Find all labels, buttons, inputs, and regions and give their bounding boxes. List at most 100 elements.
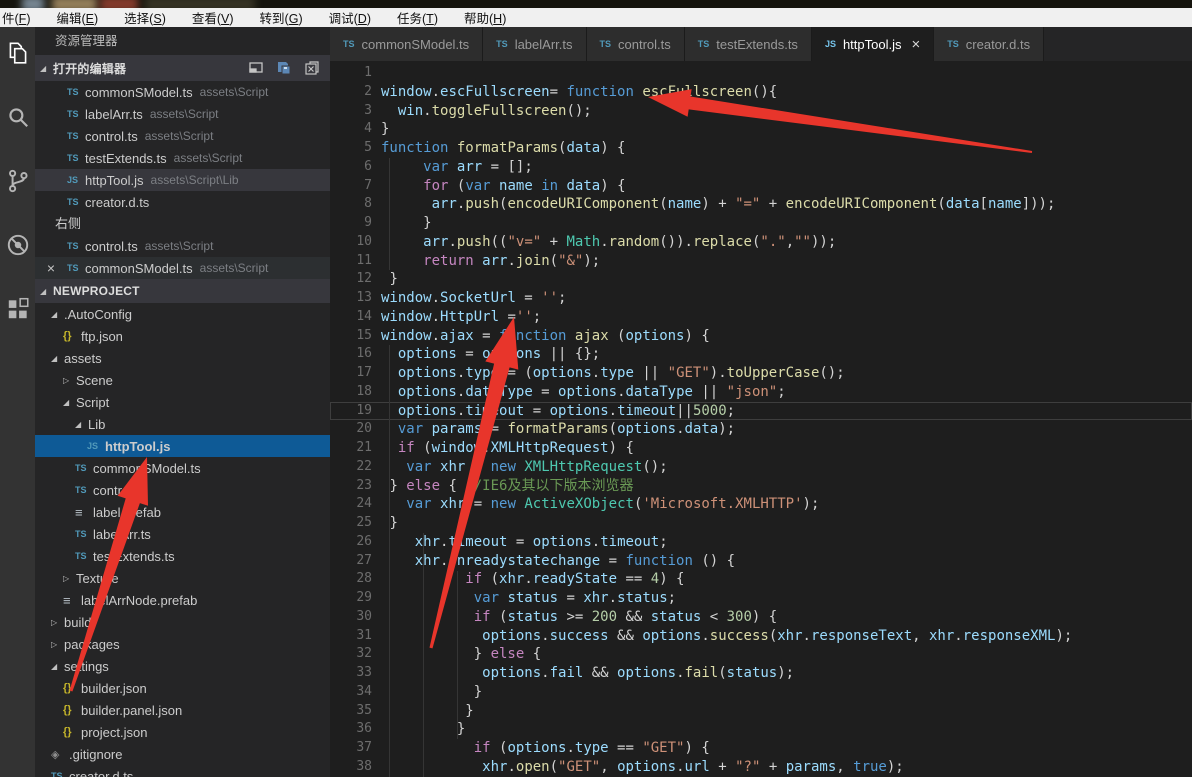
open-editor-control.ts[interactable]: ×TScontrol.tsassets\Script: [35, 235, 330, 257]
source-control-icon[interactable]: [4, 167, 32, 195]
open-editor-creator.d.ts[interactable]: ×TScreator.d.ts: [35, 191, 330, 213]
line-number[interactable]: 16: [330, 345, 372, 364]
line-number[interactable]: 38: [330, 758, 372, 777]
explorer-icon[interactable]: [4, 39, 32, 67]
tree-item-build[interactable]: ▷ build: [35, 611, 330, 633]
code-line[interactable]: 24 var xhr = new ActiveXObject('Microsof…: [330, 495, 1192, 514]
line-number[interactable]: 5: [330, 139, 372, 158]
line-number[interactable]: 36: [330, 720, 372, 739]
search-icon[interactable]: [4, 103, 32, 131]
tree-item-Lib[interactable]: ◢ Lib: [35, 413, 330, 435]
line-number[interactable]: 14: [330, 308, 372, 327]
code-line[interactable]: 3 win.toggleFullscreen();: [330, 102, 1192, 121]
menu-item-g[interactable]: 转到(G): [247, 8, 316, 27]
tree-item-Scene[interactable]: ▷ Scene: [35, 369, 330, 391]
open-editor-commonSModel.ts[interactable]: ×TScommonSModel.tsassets\Script: [35, 81, 330, 103]
code-line[interactable]: 26 xhr.timeout = options.timeout;: [330, 533, 1192, 552]
code-line[interactable]: 33 options.fail && options.fail(status);: [330, 664, 1192, 683]
code-line[interactable]: 10 arr.push(("v=" + Math.random()).repla…: [330, 233, 1192, 252]
menu-item-f[interactable]: 件(F): [0, 8, 43, 27]
line-number[interactable]: 7: [330, 177, 372, 196]
menu-item-v[interactable]: 查看(V): [179, 8, 247, 27]
code-line[interactable]: 30 if (status >= 200 && status < 300) {: [330, 608, 1192, 627]
menu-item-e[interactable]: 编辑(E): [43, 8, 111, 27]
code-line[interactable]: 31 options.success && options.success(xh…: [330, 627, 1192, 646]
open-editor-commonSModel.ts[interactable]: ×TScommonSModel.tsassets\Script: [35, 257, 330, 279]
line-number[interactable]: 3: [330, 102, 372, 121]
code-line[interactable]: 20 var params = formatParams(options.dat…: [330, 420, 1192, 439]
code-line[interactable]: 17 options.type = (options.type || "GET"…: [330, 364, 1192, 383]
tree-item-.gitignore[interactable]: ◈ .gitignore: [35, 743, 330, 765]
line-number[interactable]: 32: [330, 645, 372, 664]
open-editor-labelArr.ts[interactable]: ×TSlabelArr.tsassets\Script: [35, 103, 330, 125]
code-line[interactable]: 8 arr.push(encodeURIComponent(name) + "=…: [330, 195, 1192, 214]
tab-commonSModel.ts[interactable]: TS commonSModel.ts: [330, 27, 484, 61]
tree-item-label.prefab[interactable]: ≡ label.prefab: [35, 501, 330, 523]
open-editors-header[interactable]: ◢ 打开的编辑器: [35, 55, 330, 81]
tree-item-Script[interactable]: ◢ Script: [35, 391, 330, 413]
open-editor-control.ts[interactable]: ×TScontrol.tsassets\Script: [35, 125, 330, 147]
line-number[interactable]: 9: [330, 214, 372, 233]
line-number[interactable]: 4: [330, 120, 372, 139]
open-editor-testExtends.ts[interactable]: ×TStestExtends.tsassets\Script: [35, 147, 330, 169]
new-file-icon[interactable]: [248, 60, 264, 76]
code-line[interactable]: 25 }: [330, 514, 1192, 533]
line-number[interactable]: 28: [330, 570, 372, 589]
tree-item-.AutoConfig[interactable]: ◢ .AutoConfig: [35, 303, 330, 325]
tab-labelArr.ts[interactable]: TS labelArr.ts: [483, 27, 587, 61]
debug-icon[interactable]: [4, 231, 32, 259]
line-number[interactable]: 27: [330, 552, 372, 571]
code-line[interactable]: 22 var xhr = new XMLHttpRequest();: [330, 458, 1192, 477]
line-number[interactable]: 35: [330, 702, 372, 721]
save-all-icon[interactable]: [276, 60, 292, 76]
line-number[interactable]: 1: [330, 64, 372, 83]
line-number[interactable]: 21: [330, 439, 372, 458]
code-line[interactable]: 5 function formatParams(data) {: [330, 139, 1192, 158]
tree-item-builder.json[interactable]: {} builder.json: [35, 677, 330, 699]
tree-item-labelArrNode.prefab[interactable]: ≡ labelArrNode.prefab: [35, 589, 330, 611]
tree-item-settings[interactable]: ◢ settings: [35, 655, 330, 677]
line-number[interactable]: 26: [330, 533, 372, 552]
code-line[interactable]: 11 return arr.join("&");: [330, 252, 1192, 271]
line-number[interactable]: 10: [330, 233, 372, 252]
code-line[interactable]: 18 options.dataType = options.dataType |…: [330, 383, 1192, 402]
code-line[interactable]: 29 var status = xhr.status;: [330, 589, 1192, 608]
line-number[interactable]: 22: [330, 458, 372, 477]
code-editor[interactable]: 1 2 window.escFullscreen= function escFull…: [330, 61, 1192, 777]
tab-creator.d.ts[interactable]: TS creator.d.ts: [934, 27, 1045, 61]
close-icon[interactable]: ×: [43, 257, 59, 279]
tree-item-Texture[interactable]: ▷ Texture: [35, 567, 330, 589]
tree-item-creator.d.ts[interactable]: TS creator.d.ts: [35, 765, 330, 777]
code-line[interactable]: 12 }: [330, 270, 1192, 289]
code-line[interactable]: 23 } else { //IE6及其以下版本浏览器: [330, 477, 1192, 496]
extensions-icon[interactable]: [4, 295, 32, 323]
code-line[interactable]: 15 window.ajax = function ajax (options) …: [330, 327, 1192, 346]
code-line[interactable]: 21 if (window.XMLHttpRequest) {: [330, 439, 1192, 458]
line-number[interactable]: 6: [330, 158, 372, 177]
line-number[interactable]: 30: [330, 608, 372, 627]
line-number[interactable]: 25: [330, 514, 372, 533]
line-number[interactable]: 23: [330, 477, 372, 496]
line-number[interactable]: 34: [330, 683, 372, 702]
code-line[interactable]: 38 xhr.open("GET", options.url + "?" + p…: [330, 758, 1192, 777]
code-line[interactable]: 35 }: [330, 702, 1192, 721]
tab-httpTool.js[interactable]: JS httpTool.js ×: [811, 27, 935, 61]
code-line[interactable]: 32 } else {: [330, 645, 1192, 664]
code-line[interactable]: 4}: [330, 120, 1192, 139]
code-line[interactable]: 6 var arr = [];: [330, 158, 1192, 177]
menu-item-h[interactable]: 帮助(H): [451, 8, 519, 27]
code-line[interactable]: 16 options = options || {};: [330, 345, 1192, 364]
code-line[interactable]: 37 if (options.type == "GET") {: [330, 739, 1192, 758]
line-number[interactable]: 11: [330, 252, 372, 271]
tree-item-commonSModel.ts[interactable]: TS commonSModel.ts: [35, 457, 330, 479]
code-line[interactable]: 2 window.escFullscreen= function escFulls…: [330, 83, 1192, 102]
tree-item-control.ts[interactable]: TS control.ts: [35, 479, 330, 501]
line-number[interactable]: 18: [330, 383, 372, 402]
line-number[interactable]: 2: [330, 83, 372, 102]
code-line[interactable]: 27 xhr.onreadystatechange = function () …: [330, 552, 1192, 571]
tree-item-assets[interactable]: ◢ assets: [35, 347, 330, 369]
line-number[interactable]: 12: [330, 270, 372, 289]
tree-item-builder.panel.json[interactable]: {} builder.panel.json: [35, 699, 330, 721]
code-line[interactable]: 28 if (xhr.readyState == 4) {: [330, 570, 1192, 589]
tree-item-packages[interactable]: ▷ packages: [35, 633, 330, 655]
